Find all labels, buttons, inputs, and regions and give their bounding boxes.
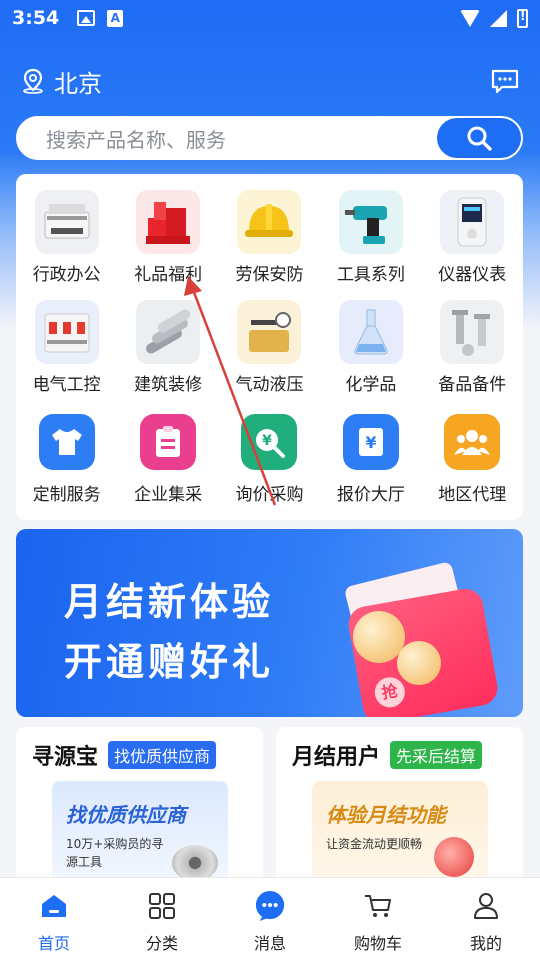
category-item-hydraulic[interactable]: 气动液压 [219, 300, 320, 410]
tab-label: 分类 [145, 934, 178, 953]
drill-icon [338, 190, 403, 254]
promo-card-image: 找优质供应商 10万+采购员的寻源工具 [52, 781, 228, 877]
profile-icon [470, 890, 502, 922]
tab-messages[interactable]: 消息 [216, 878, 324, 960]
category-item-construction[interactable]: 建筑装修 [117, 300, 218, 410]
category-label: 询价采购 [235, 485, 304, 505]
battery-icon [517, 8, 528, 28]
promo-banner[interactable]: 月结新体验 开通赠好礼 抢 [16, 529, 523, 717]
category-label: 报价大厅 [336, 485, 405, 505]
steel-coil-icon [172, 845, 218, 877]
category-label: 电气工控 [32, 375, 101, 395]
search-icon [467, 126, 492, 151]
promo-title: 月结用户 [292, 745, 381, 770]
category-item-spares[interactable]: 备品备件 [422, 300, 523, 410]
promo-card-title: 找优质供应商 [66, 803, 186, 827]
category-label: 化学品 [345, 375, 397, 395]
category-item-custom[interactable]: 定制服务 [16, 410, 117, 514]
category-item-tools[interactable]: 工具系列 [320, 190, 421, 300]
promo-card-title: 体验月结功能 [326, 803, 446, 827]
home-icon [38, 890, 70, 922]
category-item-instruments[interactable]: 仪器仪表 [422, 190, 523, 300]
category-item-agents[interactable]: 地区代理 [422, 410, 523, 514]
banner-headline: 月结新体验 [64, 580, 275, 624]
cart-icon [362, 890, 394, 922]
category-label: 企业集采 [134, 485, 203, 505]
category-label: 气动液压 [235, 375, 304, 395]
svg-text:¥: ¥ [263, 433, 273, 449]
category-label: 备品备件 [438, 375, 507, 395]
clipboard-icon [140, 414, 197, 470]
category-label: 仪器仪表 [438, 265, 507, 285]
promo-card-desc: 10万+采购员的寻源工具 [66, 837, 164, 869]
promo-card-sourcing[interactable]: 寻源宝 找优质供应商 找优质供应商 10万+采购员的寻源工具 [16, 727, 263, 877]
location-icon[interactable] [20, 68, 46, 94]
city-selector[interactable]: 北京 [54, 64, 102, 99]
helmet-icon [237, 190, 302, 254]
category-label: 定制服务 [32, 485, 101, 505]
category-label: 地区代理 [438, 485, 507, 505]
category-item-chemicals[interactable]: 化学品 [320, 300, 421, 410]
category-item-gift[interactable]: 礼品福利 [117, 190, 218, 300]
promo-tag: 找优质供应商 [108, 741, 217, 769]
category-item-safety[interactable]: 劳保安防 [219, 190, 320, 300]
text-notification-icon: A [107, 9, 124, 27]
tab-category[interactable]: 分类 [108, 878, 216, 960]
category-label: 工具系列 [336, 265, 405, 285]
coin-icon [397, 641, 441, 685]
meter-icon [440, 190, 505, 254]
hydraulic-icon [237, 300, 302, 364]
bottom-tab-bar: 首页 分类 消息 购物车 我的 [0, 877, 540, 960]
chat-message-icon[interactable] [490, 68, 520, 94]
category-item-electrical[interactable]: 电气工控 [16, 300, 117, 410]
flask-icon [338, 300, 403, 364]
promo-card-image: 体验月结功能 让资金流动更顺畅 [312, 781, 488, 877]
status-time: 3:54 [12, 7, 60, 29]
tab-cart[interactable]: 购物车 [324, 878, 432, 960]
tshirt-icon [38, 414, 95, 470]
tab-label: 购物车 [353, 934, 402, 953]
tab-label: 我的 [469, 934, 502, 953]
pipes-icon [136, 300, 201, 364]
category-panel: 行政办公 礼品福利 劳保安防 工具系列 仪器仪表 电气工控 建筑装修 气动液压 … [16, 174, 523, 520]
promo-card-desc: 让资金流动更顺畅 [326, 837, 423, 851]
screws-icon [440, 300, 505, 364]
category-item-quotes[interactable]: ¥ 报价大厅 [320, 410, 421, 514]
signal-icon [490, 9, 507, 27]
promo-title: 寻源宝 [32, 745, 99, 770]
category-item-office[interactable]: 行政办公 [16, 190, 117, 300]
search-input[interactable]: 搜索产品名称、服务 [18, 124, 437, 153]
tab-home[interactable]: 首页 [0, 878, 108, 960]
search-button[interactable] [437, 118, 521, 158]
message-icon [254, 890, 286, 922]
search-bar[interactable]: 搜索产品名称、服务 [16, 116, 523, 160]
tab-label: 首页 [37, 934, 70, 953]
category-label: 行政办公 [32, 265, 101, 285]
category-item-procurement[interactable]: 企业集采 [117, 410, 218, 514]
group-icon [444, 414, 501, 470]
promo-tag: 先采后结算 [390, 741, 483, 769]
coin-icon [434, 837, 474, 877]
category-label: 礼品福利 [134, 265, 203, 285]
wifi-icon [460, 9, 480, 27]
status-bar: 3:54 A [0, 0, 540, 36]
promo-card-monthly[interactable]: 月结用户 先采后结算 体验月结功能 让资金流动更顺畅 [276, 727, 523, 877]
category-label: 劳保安防 [235, 265, 304, 285]
gift-icon [136, 190, 201, 254]
category-item-inquiry[interactable]: ¥ 询价采购 [219, 410, 320, 514]
tab-profile[interactable]: 我的 [432, 878, 540, 960]
category-label: 建筑装修 [134, 375, 203, 395]
tab-label: 消息 [253, 934, 286, 953]
banner-subheadline: 开通赠好礼 [64, 640, 275, 684]
svg-text:¥: ¥ [365, 433, 376, 452]
grid-icon [146, 890, 178, 922]
quote-icon: ¥ [342, 414, 399, 470]
envelope-label: 抢 [372, 674, 408, 710]
image-notification-icon [77, 9, 96, 26]
breaker-icon [34, 300, 99, 364]
printer-icon [34, 190, 99, 254]
app-header: 北京 [0, 56, 540, 106]
price-search-icon: ¥ [241, 414, 298, 470]
